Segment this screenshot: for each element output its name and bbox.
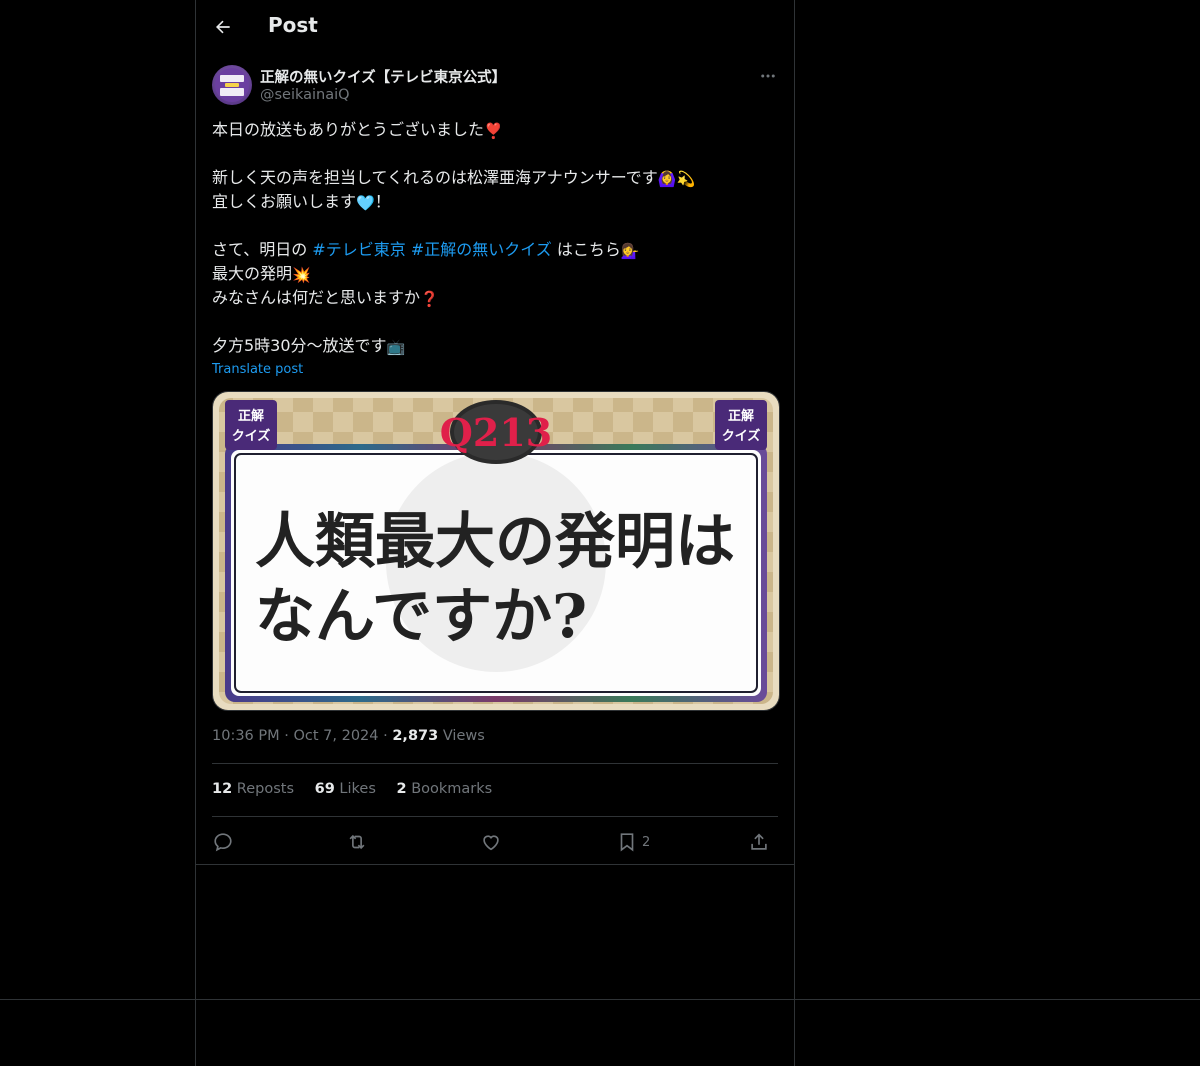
tweet-line: 最大の発明: [212, 264, 293, 283]
post-image[interactable]: 正解 クイズ 正解 クイズ Q213 人類最大の発明は なんですか?: [212, 391, 780, 711]
logo-left-text: 正解: [238, 408, 264, 424]
tweet-line: 新しく天の声を担当してくれるのは松澤亜海アナウンサーです: [212, 168, 658, 187]
bookmark-count: 2: [642, 834, 651, 850]
avatar[interactable]: [212, 65, 252, 105]
question-line-2: なんですか?: [255, 582, 587, 652]
share-icon: [751, 833, 767, 850]
tweet-line: さて、明日の: [212, 240, 313, 259]
share-button[interactable]: [748, 830, 770, 854]
author-display-name[interactable]: 正解の無いクイズ【テレビ東京公式】: [260, 66, 506, 87]
engagement-stats: 12 Reposts 69 Likes 2 Bookmarks: [212, 781, 508, 797]
light-blue-heart-emoji: 🩵: [356, 194, 375, 212]
question-line-1: 人類最大の発明は: [255, 507, 735, 577]
tweet-text: 本日の放送もありがとうございました❣️ 新しく天の声を担当してくれるのは松澤亜海…: [212, 118, 782, 358]
arrow-left-icon: [216, 20, 230, 34]
question-mark-emoji: ❓: [420, 290, 439, 308]
post-date[interactable]: Oct 7, 2024: [293, 728, 378, 744]
like-button[interactable]: [480, 830, 502, 854]
repost-icon: [349, 834, 365, 850]
tweet-line: 本日の放送もありがとうございました: [212, 120, 485, 139]
likes-stat[interactable]: 69 Likes: [315, 781, 376, 797]
bottom-divider: [0, 999, 1200, 1000]
tweet-line: はこちら: [551, 240, 621, 259]
tweet-line-end: ！: [374, 192, 391, 211]
bookmark-button[interactable]: 2: [616, 830, 650, 854]
action-bar: 2: [212, 827, 778, 857]
author-handle[interactable]: @seikainaiQ: [260, 87, 350, 103]
tweet-line: みなさんは何だと思いますか: [212, 288, 421, 307]
television-emoji: 📺: [386, 338, 406, 356]
hashtag-link[interactable]: #正解の無いクイズ: [411, 240, 552, 259]
reply-button[interactable]: [212, 830, 234, 854]
question-number-badge: Q213: [440, 410, 552, 455]
bookmarks-stat[interactable]: 2 Bookmarks: [397, 781, 493, 797]
hashtag-link[interactable]: #テレビ東京: [312, 240, 405, 259]
svg-text:クイズ: クイズ: [232, 428, 271, 444]
bookmark-icon: [620, 833, 634, 852]
reply-icon: [214, 833, 232, 852]
heart-exclamation-emoji: ❣️: [484, 122, 503, 140]
divider: [212, 816, 778, 817]
svg-text:正解: 正解: [728, 408, 754, 424]
views-count: 2,873: [392, 728, 439, 744]
post-detail-column: Post 正解の無いクイズ【テレビ東京公式】 @seikainaiQ 本日の放送…: [196, 0, 794, 865]
right-column-border: [794, 0, 795, 1066]
info-desk-emoji: 💁‍♀️: [620, 242, 640, 260]
quiz-card-image: 正解 クイズ 正解 クイズ Q213 人類最大の発明は なんですか?: [213, 392, 779, 710]
translate-post-link[interactable]: Translate post: [212, 362, 303, 377]
post-meta: 10:36 PM · Oct 7, 2024 · 2,873 Views: [212, 728, 485, 744]
post-header: Post: [196, 0, 794, 53]
quiz-logo-icon: [220, 75, 244, 96]
more-horizontal-icon: [761, 74, 775, 78]
collision-emoji: 💥: [292, 266, 311, 284]
more-options-button[interactable]: [758, 66, 778, 86]
divider: [212, 763, 778, 764]
tweet-line: 夕方5時30分～放送です: [212, 336, 387, 355]
tweet-line: 宜しくお願いします: [212, 192, 357, 211]
reposts-stat[interactable]: 12 Reposts: [212, 781, 294, 797]
back-button[interactable]: [208, 12, 238, 42]
post-time[interactable]: 10:36 PM: [212, 728, 280, 744]
ok-gesture-emoji: 🙆‍♀️💫: [657, 170, 696, 188]
svg-text:クイズ: クイズ: [722, 428, 761, 444]
heart-icon: [483, 835, 499, 851]
page-title: Post: [268, 13, 318, 37]
divider: [196, 864, 794, 865]
repost-button[interactable]: [346, 830, 368, 854]
views-label: Views: [442, 728, 485, 744]
